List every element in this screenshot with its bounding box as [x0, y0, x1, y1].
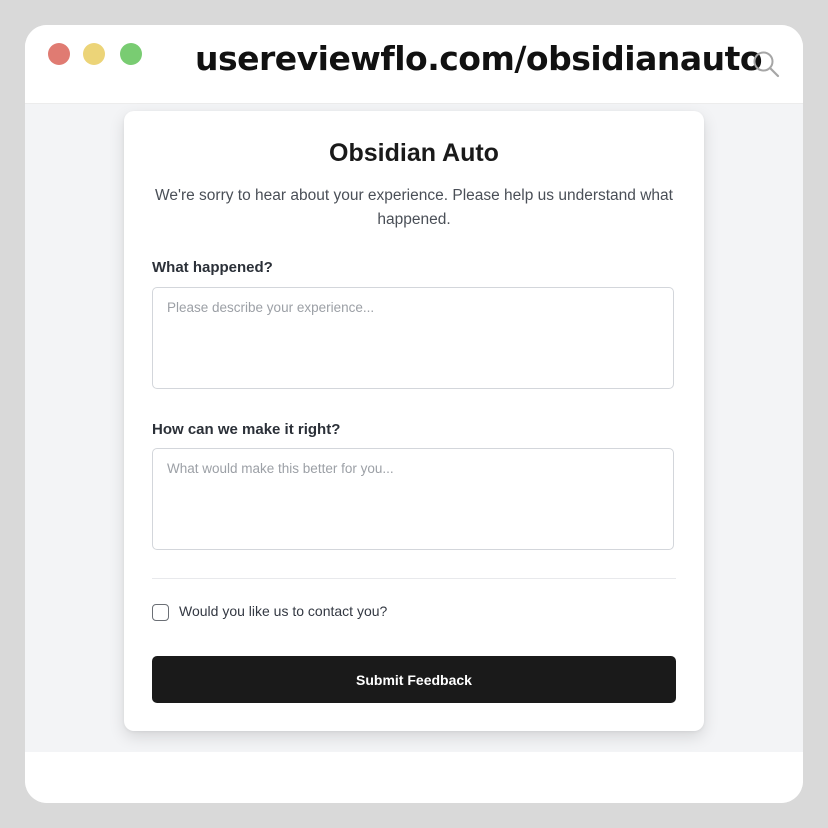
business-name-title: Obsidian Auto — [329, 139, 499, 167]
browser-footer — [25, 752, 803, 803]
make-it-right-input[interactable] — [152, 448, 674, 550]
apology-message: We're sorry to hear about your experienc… — [155, 187, 673, 228]
close-window-button[interactable] — [48, 43, 70, 65]
contact-me-checkbox[interactable] — [152, 604, 169, 621]
minimize-window-button[interactable] — [83, 43, 105, 65]
submit-feedback-button[interactable]: Submit Feedback — [152, 656, 676, 703]
contact-me-label[interactable]: Would you like us to contact you? — [179, 603, 387, 619]
make-it-right-label: How can we make it right? — [152, 421, 341, 438]
address-bar-url[interactable]: usereviewflo.com/obsidianauto — [195, 39, 763, 78]
feedback-card: Obsidian Auto We're sorry to hear about … — [124, 111, 704, 731]
page-content: Obsidian Auto We're sorry to hear about … — [25, 104, 803, 752]
what-happened-input[interactable] — [152, 287, 674, 389]
search-icon[interactable] — [751, 49, 781, 79]
browser-window: usereviewflo.com/obsidianauto Obsidian A… — [25, 25, 803, 803]
form-divider — [152, 578, 676, 579]
maximize-window-button[interactable] — [120, 43, 142, 65]
browser-titlebar: usereviewflo.com/obsidianauto — [25, 25, 803, 104]
what-happened-label: What happened? — [152, 259, 273, 276]
